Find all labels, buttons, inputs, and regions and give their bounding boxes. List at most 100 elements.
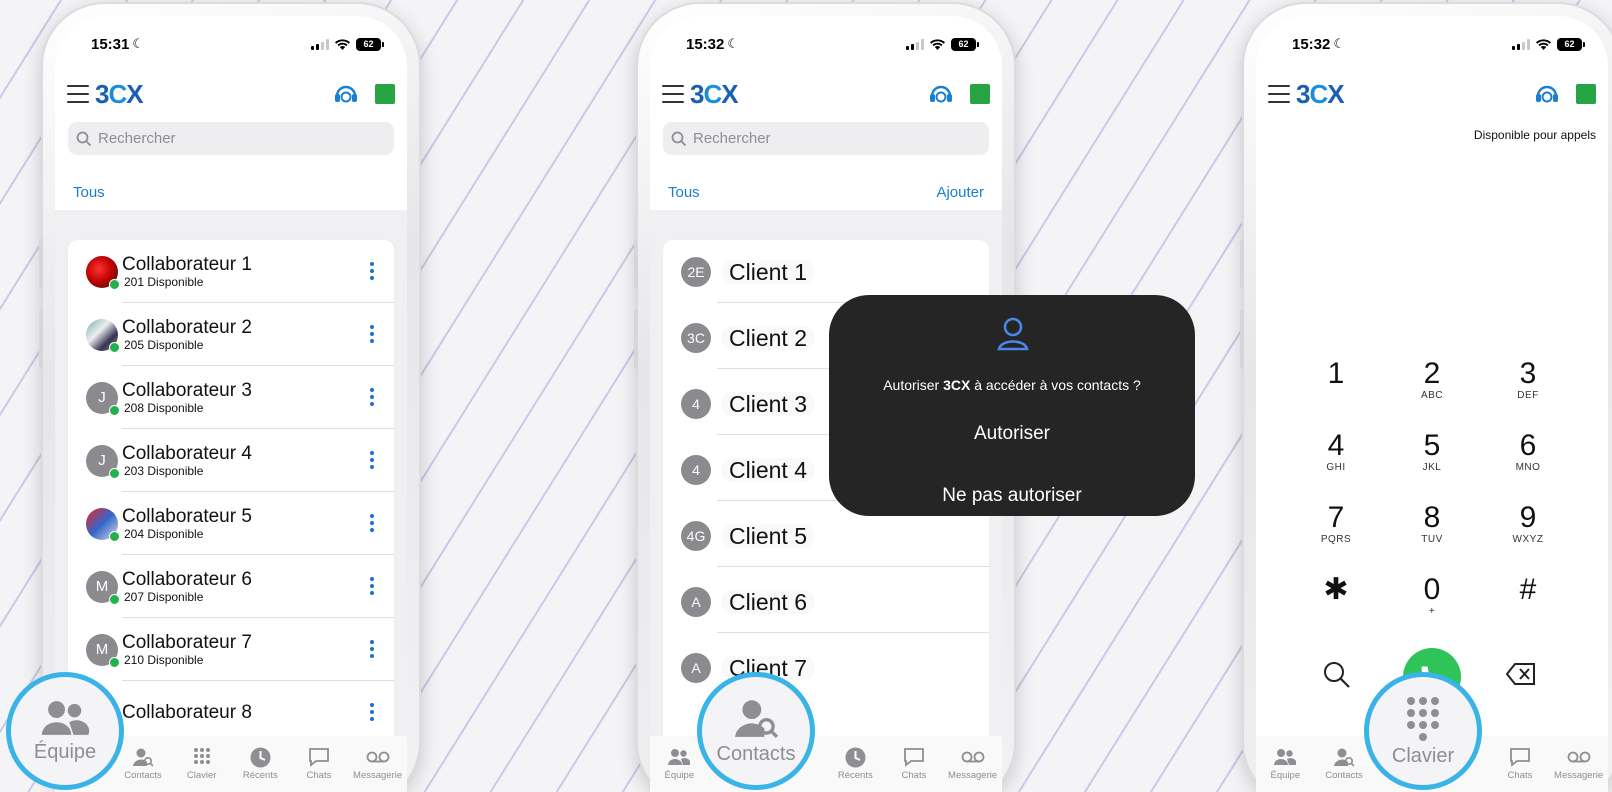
presence-status[interactable] [375, 84, 395, 104]
presence-status[interactable] [970, 84, 990, 104]
battery-icon: 62 [951, 37, 979, 51]
key-9[interactable]: 9 WXYZ [1488, 502, 1568, 546]
menu-icon[interactable] [662, 85, 684, 103]
clock: 15:32 [1292, 35, 1331, 53]
highlight-tab-contacts[interactable]: Contacts [697, 672, 815, 790]
tab-chats[interactable]: Chats [1492, 746, 1548, 781]
tab-equipe[interactable]: Équipe [1257, 746, 1313, 781]
presence-status[interactable] [1576, 84, 1596, 104]
list-item[interactable]: M Collaborateur 7 210 Disponible [68, 618, 394, 681]
list-item[interactable]: A Client 7 [663, 636, 989, 699]
key-hash[interactable]: # [1488, 574, 1568, 606]
key-2[interactable]: 2 ABC [1392, 358, 1472, 402]
key-0[interactable]: 0 + [1392, 574, 1472, 618]
list-item[interactable]: A Client 6 [663, 570, 989, 633]
app-logo: 3CX [95, 78, 144, 109]
more-icon[interactable] [370, 325, 374, 343]
battery-icon: 62 [356, 37, 384, 51]
backspace-icon[interactable] [1506, 663, 1536, 685]
avatar: M [86, 570, 120, 605]
filter-all[interactable]: Tous [73, 184, 105, 201]
search-input[interactable]: Rechercher [663, 122, 989, 155]
highlight-tab-clavier[interactable]: Clavier [1364, 672, 1482, 790]
more-icon[interactable] [370, 262, 374, 280]
search-input[interactable]: Rechercher [68, 122, 394, 155]
more-icon[interactable] [370, 577, 374, 595]
moon-icon: ☾ [132, 36, 145, 51]
key-6[interactable]: 6 MNO [1488, 430, 1568, 474]
battery-icon: 62 [1557, 37, 1585, 51]
chat-icon [1510, 748, 1530, 767]
headset-icon[interactable] [1534, 82, 1560, 106]
phone-team: 15:31 ☾ 62 3CX Rechercher Tous Collabora… [39, 4, 419, 792]
tab-messagerie[interactable]: Messagerie [350, 746, 406, 781]
key-4[interactable]: 4 GHI [1296, 430, 1376, 474]
allow-button[interactable]: Autoriser [974, 423, 1050, 445]
tab-clavier[interactable]: Clavier [174, 746, 230, 781]
keypad-icon [1407, 696, 1439, 741]
online-dot [109, 278, 120, 290]
list-item[interactable]: 2E Client 1 [663, 240, 989, 303]
tab-equipe[interactable]: Équipe [651, 746, 707, 781]
voicemail-icon [1567, 751, 1591, 763]
list-item[interactable]: Collaborateur 2 205 Disponible [68, 303, 394, 366]
avatar: 3C [681, 322, 711, 353]
filter-all[interactable]: Tous [668, 184, 700, 201]
search-placeholder: Rechercher [693, 130, 771, 147]
clock: 15:31 [91, 35, 130, 53]
key-5[interactable]: 5 JKL [1392, 430, 1472, 474]
tab-recents[interactable]: Récents [232, 746, 288, 781]
contacts-icon [1333, 748, 1355, 767]
clock-icon [250, 747, 271, 767]
tab-messagerie[interactable]: Messagerie [1551, 746, 1607, 781]
online-dot [109, 467, 120, 479]
deny-button[interactable]: Ne pas autoriser [942, 485, 1081, 507]
online-dot [109, 404, 120, 416]
app-bar: 3CX [662, 78, 990, 110]
more-icon[interactable] [370, 703, 374, 721]
key-7[interactable]: 7 PQRS [1296, 502, 1376, 546]
tab-chats[interactable]: Chats [291, 746, 347, 781]
more-icon[interactable] [370, 640, 374, 658]
list-item[interactable]: J Collaborateur 4 203 Disponible [68, 429, 394, 492]
list-item[interactable]: M Collaborateur 6 207 Disponible [68, 555, 394, 618]
headset-icon[interactable] [333, 82, 359, 106]
tab-chats[interactable]: Chats [886, 746, 942, 781]
status-bar: 15:31 ☾ 62 [91, 34, 384, 54]
moon-icon: ☾ [1333, 36, 1346, 51]
tab-contacts[interactable]: Contacts [1316, 746, 1372, 781]
list-item[interactable]: J Collaborateur 3 208 Disponible [68, 366, 394, 429]
menu-icon[interactable] [1268, 85, 1290, 103]
add-contact-button[interactable]: Ajouter [936, 184, 984, 201]
more-icon[interactable] [370, 514, 374, 532]
tab-contacts[interactable]: Contacts [115, 746, 171, 781]
search-icon [76, 131, 92, 146]
menu-icon[interactable] [67, 85, 89, 103]
wifi-icon [335, 39, 350, 50]
team-icon [1274, 749, 1297, 765]
more-icon[interactable] [370, 451, 374, 469]
wifi-icon [1536, 39, 1551, 50]
chat-icon [309, 748, 329, 767]
search-placeholder: Rechercher [98, 130, 176, 147]
avatar [86, 507, 120, 542]
highlight-tab-equipe[interactable]: Équipe [6, 672, 124, 790]
online-dot [109, 530, 120, 542]
team-icon [41, 700, 90, 735]
keypad-icon [193, 748, 210, 764]
key-8[interactable]: 8 TUV [1392, 502, 1472, 546]
tab-recents[interactable]: Récents [827, 746, 883, 781]
list-item[interactable]: Collaborateur 5 204 Disponible [68, 492, 394, 555]
voicemail-icon [961, 751, 985, 763]
list-item[interactable]: Collaborateur 1 201 Disponible [68, 240, 394, 303]
search-icon [671, 131, 687, 146]
tab-messagerie[interactable]: Messagerie [945, 746, 1001, 781]
key-1[interactable]: 1 [1296, 358, 1376, 390]
headset-icon[interactable] [928, 82, 954, 106]
signal-icon [906, 38, 924, 50]
status-bar: 15:32 ☾ 62 [686, 34, 979, 54]
more-icon[interactable] [370, 388, 374, 406]
key-star[interactable]: ✱ [1296, 574, 1376, 606]
key-3[interactable]: 3 DEF [1488, 358, 1568, 402]
search-icon[interactable] [1322, 660, 1352, 690]
